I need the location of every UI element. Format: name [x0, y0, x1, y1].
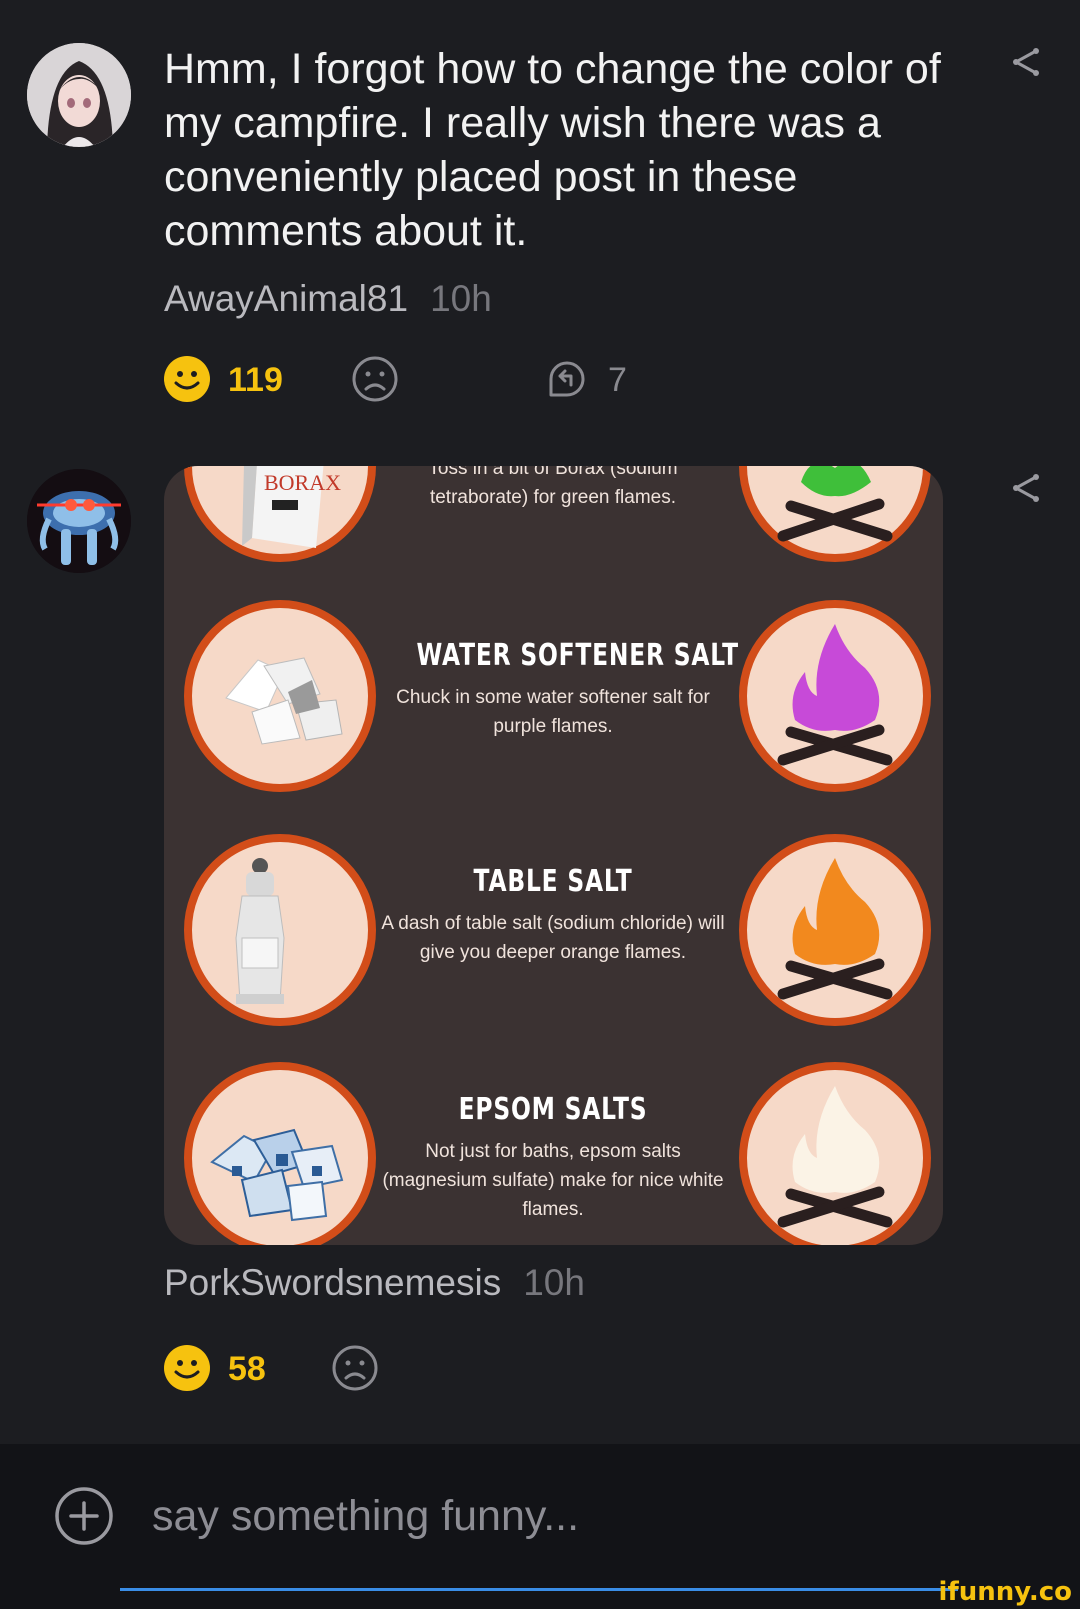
watermark: ifunny.co: [938, 1577, 1072, 1607]
smile-count: 119: [228, 361, 283, 399]
row-title: WATER SOFTENER SALT: [416, 638, 739, 673]
row-text: TABLE SALT A dash of table salt (sodium …: [378, 864, 728, 967]
row-title: TABLE SALT: [473, 864, 633, 899]
white-flame-icon: [739, 1062, 931, 1245]
username[interactable]: AwayAnimal81: [164, 278, 408, 319]
add-attachment-icon[interactable]: [54, 1486, 114, 1546]
reply-icon[interactable]: [543, 355, 591, 403]
avatar[interactable]: [27, 469, 131, 573]
avatar[interactable]: [27, 43, 131, 147]
borax-box-icon: BORAX: [184, 466, 376, 562]
row-text: WATER SOFTENER SALT Chuck in some water …: [378, 638, 739, 741]
salt-shaker-icon: [184, 834, 376, 1026]
row-description: Chuck in some water softener salt for pu…: [396, 687, 710, 737]
comment-text: Hmm, I forgot how to change the color of…: [164, 45, 941, 255]
timestamp: 10h: [430, 278, 492, 319]
purple-flame-icon: [739, 600, 931, 792]
timestamp: 10h: [523, 1262, 585, 1303]
smile-icon[interactable]: [163, 355, 211, 403]
comment-meta: AwayAnimal81 10h: [164, 278, 492, 320]
unsmile-icon[interactable]: [351, 355, 399, 403]
comment-item: Hmm, I forgot how to change the color of…: [0, 0, 1080, 440]
row-title: EPSOM SALTS: [458, 1092, 648, 1127]
share-icon[interactable]: [1008, 470, 1044, 506]
smile-count: 58: [228, 1350, 266, 1388]
comment-input[interactable]: say something funny...: [152, 1492, 579, 1541]
unsmile-icon[interactable]: [331, 1344, 379, 1392]
infographic-row: BORAX Toss in a bit of Borax (sodium tet…: [164, 466, 943, 570]
row-text: EPSOM SALTS Not just for baths, epsom sa…: [378, 1092, 728, 1224]
row-description: A dash of table salt (sodium chloride) w…: [381, 913, 725, 963]
comment-meta: PorkSwordsnemesis 10h: [164, 1262, 585, 1304]
borax-label: BORAX: [264, 470, 341, 495]
green-flame-icon: [739, 466, 931, 562]
infographic-row: EPSOM SALTS Not just for baths, epsom sa…: [164, 1062, 943, 1245]
infographic-row: TABLE SALT A dash of table salt (sodium …: [164, 834, 943, 1034]
epsom-salt-icon: [184, 1062, 376, 1245]
infographic-row: WATER SOFTENER SALT Chuck in some water …: [164, 600, 943, 800]
row-description: Toss in a bit of Borax (sodium tetrabora…: [428, 466, 678, 508]
username[interactable]: PorkSwordsnemesis: [164, 1262, 501, 1303]
row-description: Not just for baths, epsom salts (magnesi…: [382, 1141, 724, 1220]
row-text: Toss in a bit of Borax (sodium tetrabora…: [378, 466, 728, 512]
attached-image[interactable]: BORAX Toss in a bit of Borax (sodium tet…: [164, 466, 943, 1245]
smile-icon[interactable]: [163, 1344, 211, 1392]
share-icon[interactable]: [1008, 44, 1044, 80]
input-underline: [120, 1588, 958, 1591]
comment-input-bar: say something funny... ifunny.co: [0, 1444, 1080, 1609]
salt-crystals-icon: [184, 600, 376, 792]
orange-flame-icon: [739, 834, 931, 1026]
comment-item: BORAX Toss in a bit of Borax (sodium tet…: [0, 440, 1080, 1440]
reply-count: 7: [608, 361, 627, 399]
